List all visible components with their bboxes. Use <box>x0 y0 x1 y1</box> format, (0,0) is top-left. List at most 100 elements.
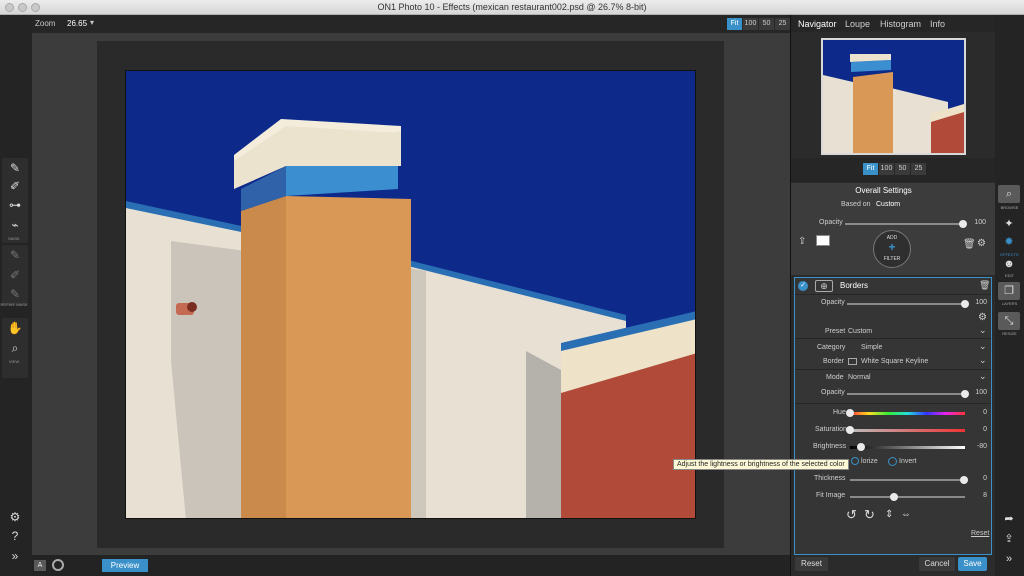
mask-icon[interactable]: ⌁ <box>4 217 26 234</box>
filter-options-gear-icon[interactable]: ⚙ <box>978 312 987 323</box>
flip-horizontal-icon[interactable]: ⇔ <box>901 509 911 520</box>
zoom-value[interactable]: 26.65 <box>67 19 87 28</box>
zoom-50-button[interactable]: 50 <box>759 18 774 30</box>
nav-zoom-fit-button[interactable]: Fit <box>863 163 878 175</box>
help-icon[interactable]: ? <box>4 528 26 545</box>
export-icon[interactable]: ⇪ <box>798 236 806 247</box>
tab-info[interactable]: Info <box>930 19 945 29</box>
mask-view-icon[interactable] <box>52 559 64 571</box>
saturation-slider[interactable] <box>846 426 965 434</box>
mode-chevron-down-icon[interactable]: ⌄ <box>979 371 987 382</box>
collapse-right-icon[interactable]: » <box>998 550 1020 568</box>
fit-image-knob[interactable] <box>890 493 898 501</box>
photo-image <box>126 71 695 518</box>
mode-value[interactable]: Normal <box>848 374 871 381</box>
thickness-knob[interactable] <box>960 476 968 484</box>
layers-caption: LAYERS <box>1001 301 1018 306</box>
borders-opacity-knob[interactable] <box>961 300 969 308</box>
color-swatch[interactable] <box>816 235 830 246</box>
fit-image-value[interactable]: 8 <box>969 492 987 499</box>
thickness-label: Thickness <box>814 475 846 482</box>
colorize-label: lorize <box>861 458 878 465</box>
brush-plus-icon[interactable]: ✐ <box>4 178 26 195</box>
delete-filter-icon[interactable]: 🗑 <box>979 280 990 291</box>
borders-opacity-slider[interactable] <box>847 300 969 308</box>
filter-mask-icon[interactable]: ⊕ <box>815 280 833 292</box>
colorize-radio[interactable] <box>851 457 859 465</box>
mode-opacity-knob[interactable] <box>961 390 969 398</box>
photo-preview[interactable] <box>125 70 696 519</box>
collapse-left-icon[interactable]: » <box>4 548 26 565</box>
thickness-value[interactable]: 0 <box>969 475 987 482</box>
zoom-fit-button[interactable]: Fit <box>727 18 742 30</box>
blur-brush-icon[interactable]: ✎ <box>4 286 26 303</box>
saturation-knob[interactable] <box>846 426 854 434</box>
brightness-value[interactable]: -80 <box>969 443 987 450</box>
hand-icon[interactable]: ✋ <box>4 320 26 337</box>
effects-icon[interactable]: ✸ <box>998 233 1020 251</box>
preset-value[interactable]: Custom <box>848 328 872 335</box>
nav-zoom-25-button[interactable]: 25 <box>911 163 926 175</box>
based-on-value[interactable]: Custom <box>876 201 900 208</box>
resize-icon[interactable]: ⤡ <box>998 312 1020 330</box>
tab-navigator[interactable]: Navigator <box>798 19 837 29</box>
preset-chevron-down-icon[interactable]: ⌄ <box>979 325 987 336</box>
rotate-right-icon[interactable]: ↻ <box>864 507 875 523</box>
filter-enabled-check-icon[interactable]: ✓ <box>798 281 808 291</box>
nav-zoom-50-button[interactable]: 50 <box>895 163 910 175</box>
hue-value[interactable]: 0 <box>969 409 987 416</box>
zoom-icon[interactable]: ⌕ <box>4 340 26 357</box>
navigator-thumbnail[interactable] <box>821 38 966 155</box>
preview-button[interactable]: Preview <box>102 559 148 572</box>
overall-opacity-value[interactable]: 100 <box>968 219 986 226</box>
saturation-value[interactable]: 0 <box>969 426 987 433</box>
zoom-100-button[interactable]: 100 <box>743 18 758 30</box>
save-button[interactable]: Save <box>958 557 987 571</box>
layers-icon[interactable]: ❐ <box>998 282 1020 300</box>
portrait-icon[interactable]: ☻ <box>998 255 1020 273</box>
overall-opacity-slider[interactable] <box>845 220 967 228</box>
thickness-slider[interactable] <box>850 476 968 484</box>
reset-button[interactable]: Reset <box>795 557 828 571</box>
magic-wand-icon[interactable]: ✦ <box>998 215 1020 233</box>
category-chevron-down-icon[interactable]: ⌄ <box>979 341 987 352</box>
hue-knob[interactable] <box>846 409 854 417</box>
gear-icon[interactable]: ⚙ <box>4 509 26 526</box>
hue-slider[interactable] <box>846 409 965 417</box>
zoom-dropdown-icon[interactable]: ▾ <box>90 18 94 27</box>
borders-opacity-value[interactable]: 100 <box>969 299 987 306</box>
tab-histogram[interactable]: Histogram <box>880 19 921 29</box>
hue-label: Hue <box>833 409 846 416</box>
cancel-button[interactable]: Cancel <box>919 557 955 571</box>
mode-opacity-slider[interactable] <box>847 390 969 398</box>
browse-icon[interactable]: ⌕ <box>998 185 1020 203</box>
send-icon[interactable]: ➦ <box>998 510 1020 528</box>
brush-icon[interactable]: ✎ <box>4 160 26 177</box>
invert-radio[interactable] <box>888 457 897 466</box>
settings-gear-icon[interactable]: ⚙ <box>977 238 986 249</box>
tab-loupe[interactable]: Loupe <box>845 19 870 29</box>
fit-image-slider[interactable] <box>850 493 965 501</box>
category-value[interactable]: Simple <box>861 344 882 351</box>
gradient-mask-icon[interactable]: ⊶ <box>4 197 26 214</box>
borders-title: Borders <box>840 281 869 290</box>
border-thumbnail <box>848 358 857 365</box>
flip-vertical-icon[interactable]: ⇕ <box>885 509 893 520</box>
refine-brush-icon[interactable]: ✎ <box>4 247 26 264</box>
add-filter-button[interactable]: ADD + FILTER <box>873 230 911 268</box>
mode-opacity-value[interactable]: 100 <box>969 389 987 396</box>
zoom-25-button[interactable]: 25 <box>775 18 790 30</box>
nav-zoom-100-button[interactable]: 100 <box>879 163 894 175</box>
compare-a-button[interactable]: A <box>34 560 46 571</box>
borders-filter-panel: ✓ ⊕ Borders 🗑 Opacity 100 ⚙ Preset Custo… <box>794 277 992 555</box>
overall-opacity-knob[interactable] <box>959 220 967 228</box>
brightness-slider[interactable] <box>850 443 965 451</box>
trash-icon[interactable]: 🗑 <box>963 239 976 250</box>
brightness-knob[interactable] <box>857 443 865 451</box>
border-chevron-down-icon[interactable]: ⌄ <box>979 355 987 366</box>
filter-reset-link[interactable]: Reset <box>971 530 989 537</box>
chisel-icon[interactable]: ✐ <box>4 267 26 284</box>
border-value[interactable]: White Square Keyline <box>861 358 928 365</box>
share-icon[interactable]: ⇪ <box>998 530 1020 548</box>
rotate-left-icon[interactable]: ↺ <box>846 507 857 523</box>
